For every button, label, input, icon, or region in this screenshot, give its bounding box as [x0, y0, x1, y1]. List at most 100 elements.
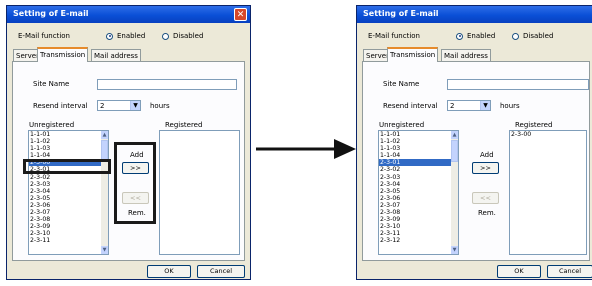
scroll-up-icon[interactable]: ▲ — [101, 131, 108, 139]
site-name-label: Site Name — [33, 80, 70, 88]
list-item[interactable]: 2-3-12 — [379, 237, 458, 244]
list-item[interactable]: 2-3-11 — [379, 230, 458, 237]
list-item[interactable]: 2-3-08 — [29, 216, 108, 223]
list-item[interactable]: 2-3-08 — [379, 209, 458, 216]
list-item[interactable]: 2-3-10 — [379, 223, 458, 230]
resend-interval-value: 2 — [100, 102, 105, 110]
radio-disabled-label: Disabled — [523, 32, 554, 40]
radio-enabled-label: Enabled — [117, 32, 146, 40]
list-item[interactable]: 2-3-06 — [29, 202, 108, 209]
site-name-input[interactable] — [97, 79, 237, 90]
unregistered-list[interactable]: 1-1-01 1-1-02 1-1-03 1-1-04 2-3-00 2-3-01 2-3-… — [28, 130, 109, 255]
list-item[interactable]: 2-3-09 — [379, 216, 458, 223]
transmission-panel: Site Name Resend interval 2 ▼ hours Unre… — [362, 61, 590, 261]
hours-label: hours — [150, 102, 170, 110]
right-arrow-icon — [256, 139, 356, 159]
list-item[interactable]: 1-1-01 — [29, 131, 108, 138]
registered-list[interactable] — [159, 130, 240, 255]
resend-interval-select[interactable]: 2 ▼ — [447, 100, 491, 111]
unregistered-label: Unregistered — [379, 121, 425, 129]
selection-callout — [23, 159, 111, 174]
registered-label: Registered — [165, 121, 203, 129]
list-item[interactable]: 2-3-00 — [510, 131, 586, 138]
list-item[interactable]: 2-3-04 — [29, 188, 108, 195]
chevron-down-icon[interactable]: ▼ — [480, 101, 490, 110]
registered-list[interactable]: 2-3-00 — [509, 130, 587, 255]
list-item[interactable]: 2-3-03 — [379, 174, 458, 181]
list-item[interactable]: 2-3-03 — [29, 181, 108, 188]
radio-checked-icon — [106, 32, 113, 40]
list-item[interactable]: 2-3-01 — [379, 159, 458, 167]
transmission-panel: Site Name Resend interval 2 ▼ hours Unre… — [12, 61, 245, 261]
unregistered-items: 1-1-01 1-1-02 1-1-03 1-1-04 2-3-00 2-3-01 2-3-… — [29, 131, 108, 245]
close-button[interactable]: ✕ — [234, 8, 247, 21]
resend-interval-label: Resend interval — [33, 102, 88, 110]
remove-button[interactable]: << — [472, 192, 499, 204]
tab-mail-address[interactable]: Mail address — [441, 49, 491, 61]
title-bar: Setting of E-mail — [357, 6, 592, 23]
scroll-thumb[interactable] — [451, 140, 458, 162]
hours-label: hours — [500, 102, 520, 110]
unregistered-label: Unregistered — [29, 121, 75, 129]
list-scrollbar[interactable]: ▲ ▼ — [451, 131, 458, 254]
list-item[interactable]: 1-1-02 — [379, 138, 458, 145]
list-item[interactable]: 1-1-03 — [29, 145, 108, 152]
list-item[interactable]: 2-3-07 — [379, 202, 458, 209]
radio-unchecked-icon — [162, 32, 169, 40]
chevron-down-icon[interactable]: ▼ — [130, 101, 140, 110]
add-button[interactable]: >> — [472, 162, 499, 174]
ok-button[interactable]: OK — [147, 265, 191, 278]
email-function-label: E-Mail function — [18, 32, 70, 40]
buttons-callout — [114, 142, 156, 224]
list-item[interactable]: 2-3-11 — [29, 237, 108, 244]
list-scrollbar[interactable]: ▲ ▼ — [101, 131, 108, 254]
list-item[interactable]: 1-1-02 — [29, 138, 108, 145]
scroll-up-icon[interactable]: ▲ — [451, 131, 458, 139]
tab-transmission[interactable]: Transmission — [387, 47, 439, 62]
radio-unchecked-icon — [512, 32, 519, 40]
resend-interval-value: 2 — [450, 102, 455, 110]
cancel-button[interactable]: Cancel — [197, 265, 245, 278]
list-item[interactable]: 2-3-06 — [379, 195, 458, 202]
radio-disabled-label: Disabled — [173, 32, 204, 40]
radio-disabled[interactable]: Disabled — [512, 32, 553, 40]
radio-enabled[interactable]: Enabled — [456, 32, 495, 40]
dialog-title: Setting of E-mail — [363, 9, 439, 18]
dialog-title: Setting of E-mail — [13, 9, 89, 18]
radio-enabled[interactable]: Enabled — [106, 32, 145, 40]
list-item[interactable]: 2-3-02 — [29, 174, 108, 181]
list-item[interactable]: 2-3-02 — [379, 166, 458, 173]
tab-mail-address[interactable]: Mail address — [91, 49, 141, 61]
list-item[interactable]: 2-3-04 — [379, 181, 458, 188]
unregistered-list[interactable]: 1-1-01 1-1-02 1-1-03 1-1-04 2-3-01 2-3-02 2-3-… — [378, 130, 459, 255]
list-item[interactable]: 2-3-09 — [29, 223, 108, 230]
list-item[interactable]: 2-3-05 — [379, 188, 458, 195]
resend-interval-select[interactable]: 2 ▼ — [97, 100, 141, 111]
radio-enabled-label: Enabled — [467, 32, 496, 40]
list-item[interactable]: 2-3-10 — [29, 230, 108, 237]
tab-transmission[interactable]: Transmission — [37, 47, 89, 62]
scroll-down-icon[interactable]: ▼ — [101, 246, 108, 254]
title-bar: Setting of E-mail ✕ — [7, 6, 250, 23]
ok-button[interactable]: OK — [497, 265, 541, 278]
site-name-label: Site Name — [383, 80, 420, 88]
scroll-down-icon[interactable]: ▼ — [451, 246, 458, 254]
unregistered-items: 1-1-01 1-1-02 1-1-03 1-1-04 2-3-01 2-3-02 2-3-… — [379, 131, 458, 245]
rem-label: Rem. — [478, 209, 496, 217]
list-item[interactable]: 1-1-01 — [379, 131, 458, 138]
radio-disabled[interactable]: Disabled — [162, 32, 203, 40]
list-item[interactable]: 1-1-04 — [379, 152, 458, 159]
registered-label: Registered — [515, 121, 553, 129]
add-label: Add — [480, 151, 494, 159]
list-item[interactable]: 2-3-07 — [29, 209, 108, 216]
list-item[interactable]: 1-1-03 — [379, 145, 458, 152]
radio-checked-icon — [456, 32, 463, 40]
email-settings-dialog-after: Setting of E-mail E-Mail function Enable… — [356, 5, 592, 280]
site-name-input[interactable] — [447, 79, 589, 90]
close-icon: ✕ — [236, 10, 245, 20]
email-settings-dialog-before: Setting of E-mail ✕ E-Mail function Enab… — [6, 5, 251, 280]
email-function-label: E-Mail function — [368, 32, 420, 40]
resend-interval-label: Resend interval — [383, 102, 438, 110]
list-item[interactable]: 2-3-05 — [29, 195, 108, 202]
cancel-button[interactable]: Cancel — [547, 265, 592, 278]
